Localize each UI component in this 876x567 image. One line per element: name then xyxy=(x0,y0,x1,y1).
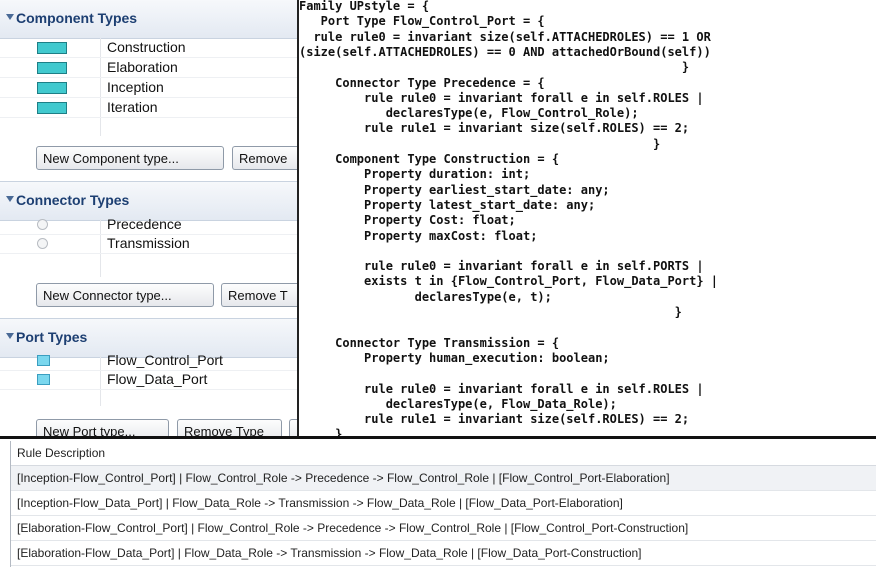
component-types-title: Component Types xyxy=(16,10,138,26)
new-component-type-button[interactable]: New Component type... xyxy=(36,146,224,170)
component-swatch-icon xyxy=(37,62,67,74)
port-type-row[interactable]: Flow_Data_Port xyxy=(0,370,297,390)
component-types-header[interactable]: Component Types xyxy=(0,0,297,39)
port-types-title: Port Types xyxy=(16,329,88,345)
component-types-section: Component Types Construction Elaboration… xyxy=(0,0,297,184)
rule-description-cell: [Elaboration-Flow_Data_Port] | Flow_Data… xyxy=(17,546,642,560)
code-line: Property Cost: float; xyxy=(299,213,516,228)
code-line: } xyxy=(299,136,661,151)
rule-description-cell: [Inception-Flow_Data_Port] | Flow_Data_R… xyxy=(17,496,623,510)
code-line: Property human_execution: boolean; xyxy=(299,350,610,365)
code-line: Property duration: int; xyxy=(299,167,531,182)
connector-circle-icon xyxy=(37,219,48,230)
component-swatch-icon xyxy=(37,82,67,94)
code-line: declaresType(e, t); xyxy=(299,289,552,304)
port-type-row[interactable]: Flow_Control_Port xyxy=(0,351,297,371)
code-line: rule rule0 = invariant forall e in self.… xyxy=(299,259,704,274)
code-line: rule rule0 = invariant forall e in self.… xyxy=(299,90,704,105)
connector-types-title: Connector Types xyxy=(16,192,130,208)
remove-component-type-button[interactable]: Remove xyxy=(232,146,297,170)
code-line: rule rule1 = invariant size(self.ROLES) … xyxy=(299,121,690,136)
connector-type-label: Precedence xyxy=(107,216,182,232)
code-line: Connector Type Precedence = { xyxy=(299,75,545,90)
code-line: } xyxy=(299,60,690,75)
connector-type-row[interactable]: Precedence xyxy=(0,215,297,235)
rule-description-cell: [Inception-Flow_Control_Port] | Flow_Con… xyxy=(17,471,670,485)
code-line: exists t in {Flow_Control_Port, Flow_Dat… xyxy=(299,274,719,289)
code-line: rule rule1 = invariant size(self.ROLES) … xyxy=(299,412,690,427)
component-type-row[interactable]: Inception xyxy=(0,78,297,98)
code-line: Family UPstyle = { xyxy=(299,0,430,13)
table-row[interactable]: [Inception-Flow_Data_Port] | Flow_Data_R… xyxy=(11,491,876,516)
code-line: (size(self.ATTACHEDROLES) == 0 AND attac… xyxy=(299,44,711,59)
code-line: declaresType(e, Flow_Control_Role); xyxy=(299,106,639,121)
connector-circle-icon xyxy=(37,238,48,249)
component-swatch-icon xyxy=(37,42,67,54)
table-row[interactable]: [Elaboration-Flow_Data_Port] | Flow_Data… xyxy=(11,541,876,566)
code-line: rule rule0 = invariant forall e in self.… xyxy=(299,381,704,396)
connector-types-section: Connector Types Precedence Transmission … xyxy=(0,181,297,319)
code-line: Port Type Flow_Control_Port = { xyxy=(299,14,545,29)
component-type-row[interactable]: Construction xyxy=(0,38,297,58)
component-type-label: Construction xyxy=(107,39,186,55)
new-connector-type-button[interactable]: New Connector type... xyxy=(36,283,214,307)
connector-type-label: Transmission xyxy=(107,235,190,251)
code-line: Property latest_start_date: any; xyxy=(299,197,596,212)
port-type-label: Flow_Control_Port xyxy=(107,352,223,368)
type-palette-panel: Component Types Construction Elaboration… xyxy=(0,0,302,443)
code-line: Connector Type Transmission = { xyxy=(299,335,560,350)
code-line: } xyxy=(299,305,682,319)
code-line: Property maxCost: float; xyxy=(299,228,538,243)
component-type-row[interactable]: Elaboration xyxy=(0,58,297,78)
component-swatch-icon xyxy=(37,102,67,114)
code-line: rule rule0 = invariant size(self.ATTACHE… xyxy=(299,29,711,44)
rule-description-cell: [Elaboration-Flow_Control_Port] | Flow_C… xyxy=(17,521,689,535)
remove-connector-type-button[interactable]: Remove T xyxy=(221,283,297,307)
code-line: Component Type Construction = { xyxy=(299,152,560,166)
collapse-triangle-icon[interactable] xyxy=(6,333,14,339)
table-row[interactable]: [Inception-Flow_Control_Port] | Flow_Con… xyxy=(11,466,876,491)
component-type-row[interactable]: Iteration xyxy=(0,98,297,118)
port-swatch-icon xyxy=(37,355,50,366)
port-type-label: Flow_Data_Port xyxy=(107,371,208,387)
component-type-label: Iteration xyxy=(107,99,158,115)
table-row[interactable]: [Elaboration-Flow_Control_Port] | Flow_C… xyxy=(11,516,876,541)
component-type-label: Elaboration xyxy=(107,59,178,75)
code-line: declaresType(e, Flow_Data_Role); xyxy=(299,396,617,411)
port-swatch-icon xyxy=(37,374,50,385)
connector-type-row[interactable]: Transmission xyxy=(0,234,297,254)
component-type-label: Inception xyxy=(107,79,164,95)
code-line: Property earliest_start_date: any; xyxy=(299,182,610,197)
acme-source-editor[interactable]: Family UPstyle = { Port Type Flow_Contro… xyxy=(297,0,876,436)
rules-table-header[interactable]: Rule Description xyxy=(11,441,876,466)
rule-description-column-header: Rule Description xyxy=(17,446,106,460)
collapse-triangle-icon[interactable] xyxy=(6,14,14,20)
rules-panel: Rule Description [Inception-Flow_Control… xyxy=(0,436,876,567)
collapse-triangle-icon[interactable] xyxy=(6,196,14,202)
rules-table: Rule Description [Inception-Flow_Control… xyxy=(10,441,876,567)
code-line: } xyxy=(299,427,343,436)
port-types-section: Port Types Flow_Control_Port Flow_Data_P… xyxy=(0,318,302,443)
